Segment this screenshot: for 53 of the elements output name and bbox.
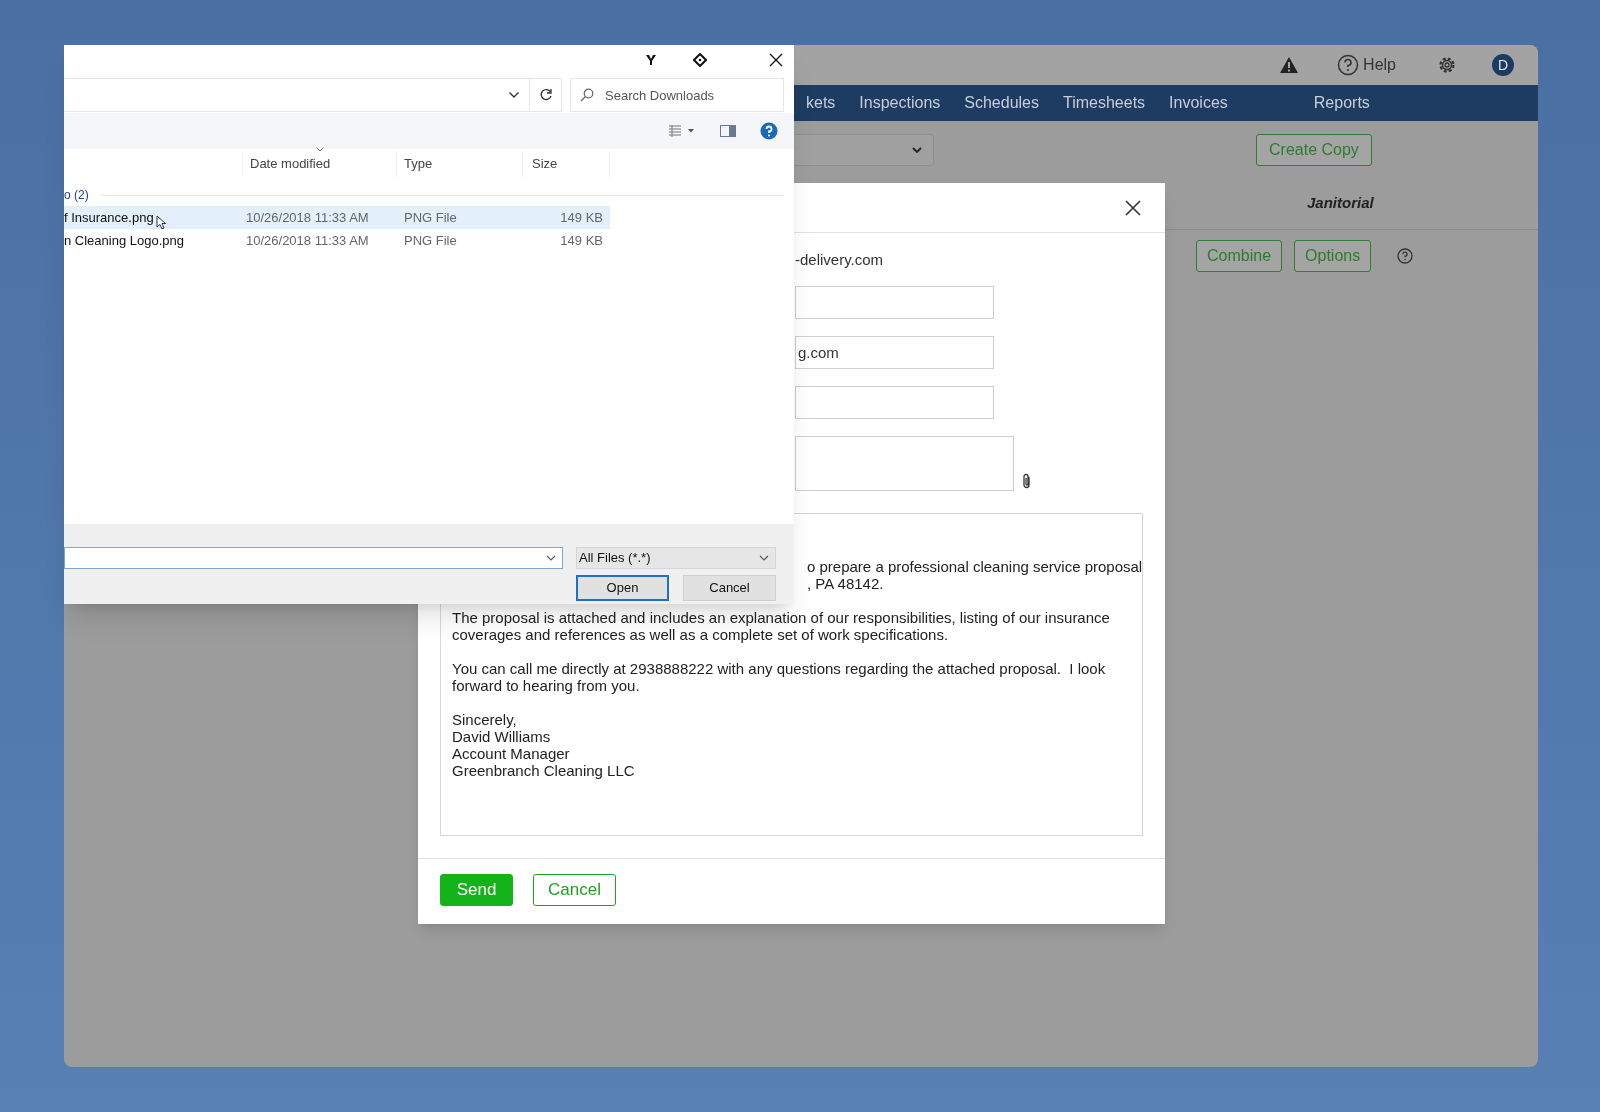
refresh-icon — [538, 88, 553, 102]
body-text-line: , PA 48142. — [807, 575, 885, 592]
nav-link[interactable]: kets — [794, 91, 848, 115]
help-link[interactable]: Help — [1337, 53, 1396, 77]
file-row[interactable]: f Insurance.png 10/26/2018 11:33 AM PNG File 149 KB — [64, 206, 610, 229]
caret-icon[interactable] — [688, 129, 694, 133]
warning-icon — [1279, 56, 1300, 74]
column-header[interactable]: Size — [523, 151, 610, 177]
mouse-pointer-icon — [156, 215, 166, 230]
group-header[interactable]: o (2) — [64, 186, 89, 204]
help-icon[interactable] — [1397, 248, 1414, 264]
signature-line: Greenbranch Cleaning LLC — [452, 762, 636, 779]
paperclip-icon[interactable] — [1022, 473, 1032, 489]
close-icon[interactable] — [769, 53, 783, 67]
open-button[interactable]: Open — [576, 575, 669, 601]
cancel-button[interactable]: Cancel — [533, 874, 616, 906]
diamond-icon[interactable] — [693, 53, 707, 67]
search-field[interactable]: Search Downloads — [570, 78, 784, 112]
nav-link[interactable]: Inspections — [847, 91, 953, 115]
nav-link[interactable]: Reports — [1301, 91, 1382, 115]
input-field[interactable] — [795, 286, 994, 319]
chevron-down-icon — [508, 91, 520, 99]
nav-link[interactable]: Schedules — [952, 91, 1051, 115]
sort-caret-icon — [316, 147, 324, 152]
search-icon — [580, 88, 594, 102]
input-field[interactable] — [795, 386, 994, 419]
nav-link[interactable]: Timesheets — [1051, 91, 1158, 115]
cancel-button[interactable]: Cancel — [683, 575, 776, 601]
help-icon[interactable] — [760, 122, 778, 140]
chevron-down-icon — [759, 555, 769, 561]
file-type-dropdown[interactable]: All Files (*.*) — [576, 547, 776, 569]
column-header[interactable]: Type — [397, 151, 523, 177]
chevron-down-icon — [911, 145, 923, 154]
signature-line: Sincerely, — [452, 711, 518, 728]
help-icon — [1337, 54, 1360, 76]
preview-pane-icon[interactable] — [720, 125, 736, 137]
column-header[interactable]: Date modified — [243, 151, 397, 177]
fork-icon[interactable] — [645, 54, 657, 66]
input-field[interactable]: g.com — [795, 336, 994, 369]
close-icon[interactable] — [1125, 199, 1141, 216]
body-text-line: o prepare a professional cleaning service proposal — [807, 558, 1142, 575]
panel-title: Janitorial — [1307, 193, 1374, 214]
recipient-text: -delivery.com — [795, 251, 885, 269]
signature-line: David Williams — [452, 728, 552, 745]
list-view-icon[interactable] — [668, 125, 682, 137]
body-paragraph: You can call me directly at 2938888222 with any questions regarding the attached proposal. I look forward to hearing from you. — [452, 660, 1107, 694]
file-name-field[interactable] — [64, 547, 563, 569]
chevron-down-icon — [546, 555, 556, 561]
refresh-button[interactable] — [530, 78, 562, 112]
body-paragraph: The proposal is attached and includes an explanation of our responsibilities, listing of our insurance coverages and references as well as a complete set of work specifications. — [452, 609, 1111, 643]
avatar[interactable]: D — [1492, 54, 1514, 76]
signature-line: Account Manager — [452, 745, 571, 762]
nav-link[interactable]: Invoices — [1157, 91, 1240, 115]
